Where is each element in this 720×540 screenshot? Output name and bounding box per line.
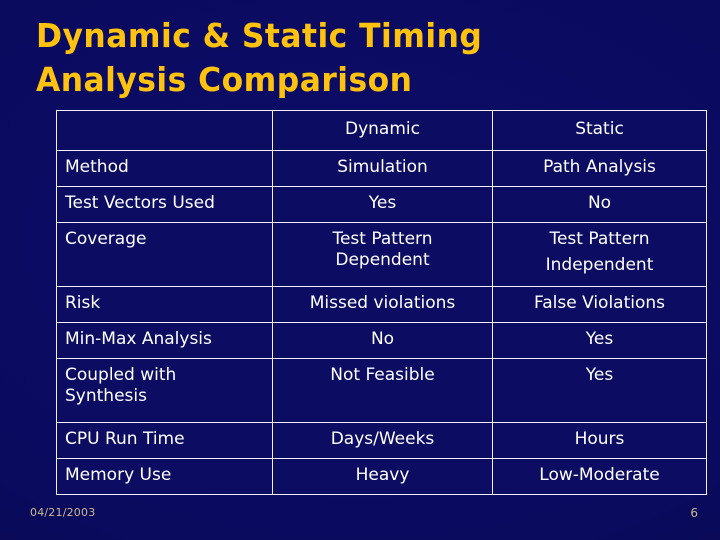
table-row: Test Vectors Used Yes No [56,186,707,223]
comparison-table: Dynamic Static Method Simulation Path An… [56,110,707,495]
row-label-coupled-with-synthesis: Coupled with Synthesis [56,358,273,423]
table-row: Method Simulation Path Analysis [56,150,707,187]
row-static-test-vectors-used: No [492,186,707,223]
row-static-risk: False Violations [492,286,707,323]
row-dynamic-risk: Missed violations [272,286,493,323]
row-dynamic-cpu-run-time: Days/Weeks [272,422,493,459]
row-dynamic-method: Simulation [272,150,493,187]
row-label-memory-use: Memory Use [56,458,273,495]
row-static-method: Path Analysis [492,150,707,187]
row-label-cpu-run-time: CPU Run Time [56,422,273,459]
cell-line: Coupled with [65,365,177,385]
cell-line: Test Pattern [332,229,433,249]
row-static-min-max-analysis: Yes [492,322,707,359]
cell-line: Synthesis [65,386,147,406]
table-row: Coupled with Synthesis Not Feasible Yes [56,358,707,423]
row-static-memory-use: Low-Moderate [492,458,707,495]
table-row: Min-Max Analysis No Yes [56,322,707,359]
footer-page-number: 6 [690,506,698,520]
table-header-blank [56,110,273,151]
table-header-static: Static [492,110,707,151]
row-dynamic-test-vectors-used: Yes [272,186,493,223]
row-static-coupled-with-synthesis: Yes [492,358,707,423]
row-label-risk: Risk [56,286,273,323]
row-label-method: Method [56,150,273,187]
row-dynamic-coverage: Test Pattern Dependent [272,222,493,287]
row-label-min-max-analysis: Min-Max Analysis [56,322,273,359]
cell-line: Independent [545,255,654,275]
slide-title-line-1: Dynamic & Static Timing [36,16,483,55]
table-header-dynamic: Dynamic [272,110,493,151]
slide-title-line-2: Analysis Comparison [36,60,413,99]
row-dynamic-coupled-with-synthesis: Not Feasible [272,358,493,423]
cell-line: Test Pattern [549,229,650,249]
table-row: Memory Use Heavy Low-Moderate [56,458,707,495]
row-static-cpu-run-time: Hours [492,422,707,459]
table-header-row: Dynamic Static [56,110,707,151]
table-row: CPU Run Time Days/Weeks Hours [56,422,707,459]
row-dynamic-memory-use: Heavy [272,458,493,495]
row-label-test-vectors-used: Test Vectors Used [56,186,273,223]
cell-line: Dependent [335,250,430,270]
slide-footer: 04/21/2003 6 [0,506,720,528]
table-row: Risk Missed violations False Violations [56,286,707,323]
slide-title: Dynamic & Static Timing Analysis Compari… [36,14,696,102]
table-row: Coverage Test Pattern Dependent Test Pat… [56,222,707,287]
row-static-coverage: Test Pattern Independent [492,222,707,287]
slide-canvas: Dynamic & Static Timing Analysis Compari… [0,0,720,540]
row-dynamic-min-max-analysis: No [272,322,493,359]
row-label-coverage: Coverage [56,222,273,287]
footer-date: 04/21/2003 [30,506,96,519]
